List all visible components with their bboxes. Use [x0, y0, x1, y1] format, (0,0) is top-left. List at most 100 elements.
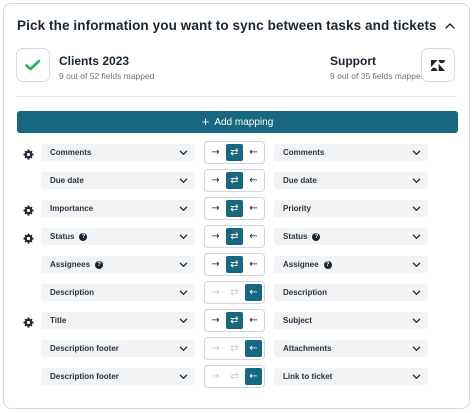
arrow-right-icon[interactable]: → — [207, 172, 224, 189]
target-field-select[interactable]: Priority — [274, 200, 428, 217]
arrow-left-icon[interactable]: ← — [245, 200, 262, 217]
arrow-left-icon[interactable]: ← — [245, 340, 262, 357]
gear-icon[interactable] — [23, 147, 34, 160]
target-field-label: Due date — [283, 176, 317, 185]
chevron-down-icon — [412, 316, 421, 325]
arrow-both-icon[interactable]: ⇄ — [226, 172, 243, 189]
arrow-left-icon[interactable]: ← — [245, 312, 262, 329]
sync-direction-toggle: → ⇄ ← — [204, 169, 265, 192]
source-field-select[interactable]: Description footer — [41, 368, 195, 385]
chevron-down-icon — [179, 288, 188, 297]
add-mapping-button[interactable]: + Add mapping — [17, 111, 458, 133]
arrow-right-icon[interactable]: → — [207, 256, 224, 273]
target-fields-mapped: 9 out of 35 fields mapped — [330, 71, 426, 81]
mapping-row: Assignees? → ⇄ ← Assignee? — [0, 253, 474, 284]
source-field-select[interactable]: Comments — [41, 144, 195, 161]
target-app-logo — [421, 48, 455, 82]
info-icon[interactable]: ? — [312, 232, 321, 241]
arrow-both-icon[interactable]: ⇄ — [226, 200, 243, 217]
chevron-up-icon — [445, 23, 455, 29]
arrow-right-icon[interactable]: → — [207, 200, 224, 217]
target-field-label: Status — [283, 232, 308, 241]
target-field-select[interactable]: Status? — [274, 228, 428, 245]
target-field-select[interactable]: Subject — [274, 312, 428, 329]
source-field-label: Description footer — [50, 372, 119, 381]
arrow-both-icon[interactable]: ⇄ — [226, 256, 243, 273]
mapping-row: Comments → ⇄ ← Comments — [0, 141, 474, 172]
sync-direction-toggle: → ⇄ ← — [204, 337, 265, 360]
arrow-left-icon[interactable]: ← — [245, 256, 262, 273]
panel-title: Pick the information you want to sync be… — [17, 18, 437, 33]
chevron-down-icon — [412, 232, 421, 241]
arrow-both-icon[interactable]: ⇄ — [226, 340, 243, 357]
arrow-left-icon[interactable]: ← — [245, 368, 262, 385]
target-field-label: Attachments — [283, 344, 332, 353]
arrow-both-icon[interactable]: ⇄ — [226, 312, 243, 329]
sync-direction-toggle: → ⇄ ← — [204, 253, 265, 276]
source-field-label: Title — [50, 316, 67, 325]
mapping-row: Description → ⇄ ← Description — [0, 281, 474, 312]
mapping-row: Title → ⇄ ← Subject — [0, 309, 474, 340]
target-field-select[interactable]: Link to ticket — [274, 368, 428, 385]
source-field-label: Importance — [50, 204, 94, 213]
arrow-right-icon[interactable]: → — [207, 144, 224, 161]
source-field-select[interactable]: Importance — [41, 200, 195, 217]
gear-icon[interactable] — [23, 315, 34, 328]
sync-direction-toggle: → ⇄ ← — [204, 281, 265, 304]
chevron-down-icon — [412, 148, 421, 157]
arrow-left-icon[interactable]: ← — [245, 172, 262, 189]
chevron-down-icon — [179, 148, 188, 157]
sync-direction-toggle: → ⇄ ← — [204, 225, 265, 248]
arrow-both-icon[interactable]: ⇄ — [226, 228, 243, 245]
zendesk-icon — [431, 59, 445, 71]
info-icon[interactable]: ? — [95, 260, 104, 269]
arrow-both-icon[interactable]: ⇄ — [226, 368, 243, 385]
source-field-select[interactable]: Due date — [41, 172, 195, 189]
arrow-left-icon[interactable]: ← — [245, 144, 262, 161]
mapping-row: Description footer → ⇄ ← Link to ticket — [0, 365, 474, 396]
source-field-label: Due date — [50, 176, 84, 185]
source-field-select[interactable]: Title — [41, 312, 195, 329]
target-field-label: Link to ticket — [283, 372, 333, 381]
info-icon[interactable]: ? — [323, 260, 332, 269]
arrow-left-icon[interactable]: ← — [245, 228, 262, 245]
target-field-select[interactable]: Due date — [274, 172, 428, 189]
target-field-label: Priority — [283, 204, 312, 213]
chevron-down-icon — [179, 232, 188, 241]
gear-icon[interactable] — [23, 203, 34, 216]
target-field-label: Description — [283, 288, 328, 297]
sync-direction-toggle: → ⇄ ← — [204, 309, 265, 332]
checkmark-icon — [25, 59, 41, 71]
target-field-select[interactable]: Comments — [274, 144, 428, 161]
source-app-name: Clients 2023 — [59, 54, 130, 68]
chevron-down-icon — [412, 344, 421, 353]
arrow-right-icon[interactable]: → — [207, 228, 224, 245]
arrow-right-icon[interactable]: → — [207, 368, 224, 385]
arrow-right-icon[interactable]: → — [207, 284, 224, 301]
chevron-down-icon — [412, 372, 421, 381]
source-field-select[interactable]: Assignees? — [41, 256, 195, 273]
chevron-down-icon — [412, 288, 421, 297]
mapping-row: Due date → ⇄ ← Due date — [0, 169, 474, 200]
arrow-both-icon[interactable]: ⇄ — [226, 144, 243, 161]
sync-direction-toggle: → ⇄ ← — [204, 141, 265, 164]
source-field-label: Description footer — [50, 344, 119, 353]
source-field-select[interactable]: Description — [41, 284, 195, 301]
target-field-select[interactable]: Description — [274, 284, 428, 301]
chevron-down-icon — [179, 204, 188, 213]
add-mapping-label: Add mapping — [214, 116, 274, 128]
arrow-right-icon[interactable]: → — [207, 340, 224, 357]
info-icon[interactable]: ? — [79, 232, 88, 241]
target-field-select[interactable]: Attachments — [274, 340, 428, 357]
sync-direction-toggle: → ⇄ ← — [204, 197, 265, 220]
target-field-select[interactable]: Assignee? — [274, 256, 428, 273]
arrow-left-icon[interactable]: ← — [245, 284, 262, 301]
source-field-select[interactable]: Status? — [41, 228, 195, 245]
arrow-right-icon[interactable]: → — [207, 312, 224, 329]
source-fields-mapped: 9 out of 52 fields mapped — [59, 71, 155, 81]
source-field-select[interactable]: Description footer — [41, 340, 195, 357]
gear-icon[interactable] — [23, 231, 34, 244]
arrow-both-icon[interactable]: ⇄ — [226, 284, 243, 301]
collapse-button[interactable] — [443, 19, 457, 33]
chevron-down-icon — [179, 316, 188, 325]
